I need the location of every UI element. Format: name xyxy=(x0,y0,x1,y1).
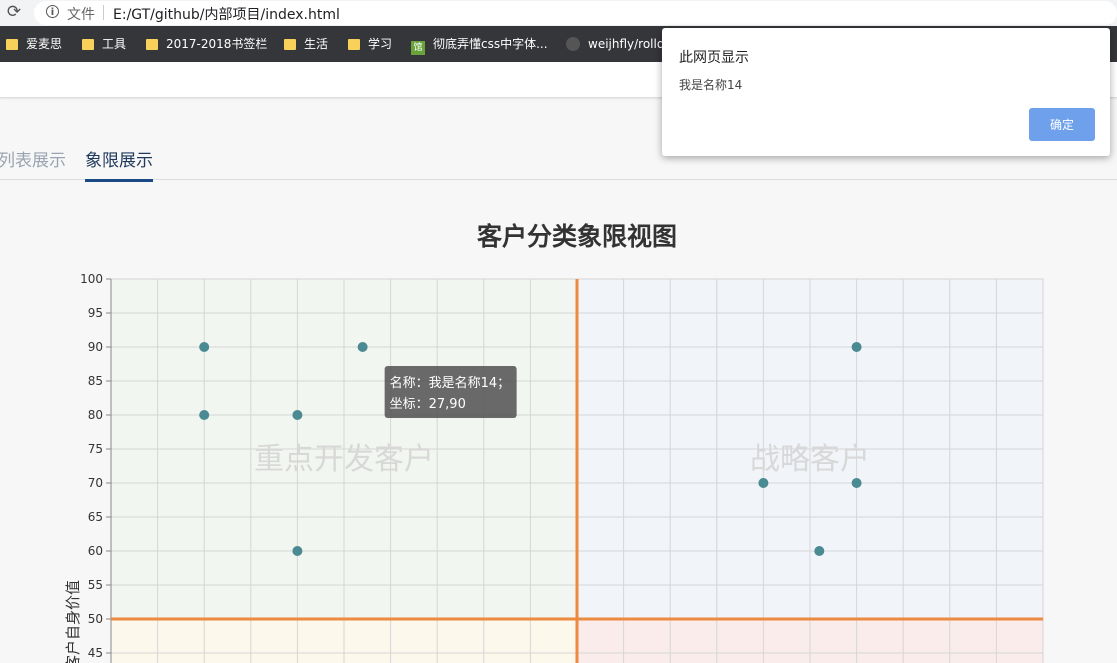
ok-button[interactable]: 确定 xyxy=(1029,108,1095,141)
data-point[interactable] xyxy=(199,410,210,420)
data-point[interactable] xyxy=(357,342,368,352)
y-tick-label: 80 xyxy=(88,408,103,422)
tab-quadrant-view[interactable]: 象限展示 xyxy=(85,146,153,182)
folder-icon xyxy=(146,39,158,50)
y-axis: 100 95 90 85 80 75 70 65 60 55 50 45 xyxy=(80,272,112,663)
bookmark-item[interactable]: weijhfly/rolld xyxy=(566,26,664,62)
quadrant-label-top-right: 战略客户 xyxy=(750,442,870,477)
quadrant-chart: 100 95 90 85 80 75 70 65 60 55 50 45 客户分类象限视图 客户自身价… xyxy=(64,222,1044,663)
folder-icon xyxy=(348,39,360,50)
y-tick-label: 60 xyxy=(88,544,103,558)
address-bar: ⟳ i 文件 E:/GT/github/内部项目/index.html xyxy=(0,0,1117,26)
y-tick-label: 55 xyxy=(88,578,103,592)
url-text[interactable]: E:/GT/github/内部项目/index.html xyxy=(113,4,340,24)
tooltip-name: 名称：我是名称14； xyxy=(390,375,511,391)
point-tooltip: 名称：我是名称14； 坐标：27,90 xyxy=(384,366,517,418)
y-tick-label: 85 xyxy=(88,374,103,388)
bookmark-item[interactable]: 生活 xyxy=(284,26,328,62)
bookmark-item[interactable]: 馆彻底弄懂css中字体... xyxy=(411,26,548,62)
dialog-title: 此网页显示 xyxy=(679,50,749,66)
y-tick-label: 95 xyxy=(88,306,103,320)
chart-title: 客户分类象限视图 xyxy=(477,222,677,251)
folder-icon xyxy=(6,39,18,50)
y-tick-label: 50 xyxy=(88,612,103,626)
alert-dialog: 此网页显示 我是名称14 确定 xyxy=(662,28,1110,156)
data-point[interactable] xyxy=(758,478,769,488)
data-point[interactable] xyxy=(292,546,303,556)
folder-icon xyxy=(284,39,296,50)
data-point[interactable] xyxy=(292,410,303,420)
y-tick-label: 90 xyxy=(88,340,103,354)
tab-list-view[interactable]: 列表展示 xyxy=(0,146,66,171)
bookmark-item[interactable]: 爱麦思 xyxy=(6,26,62,62)
data-point[interactable] xyxy=(199,342,210,352)
data-point[interactable] xyxy=(814,546,825,556)
y-axis-label: 客户自身价值 xyxy=(64,580,82,663)
quadrant-label-top-left: 重点开发客户 xyxy=(254,442,434,477)
y-tick-label: 100 xyxy=(80,272,103,286)
y-tick-label: 65 xyxy=(88,510,103,524)
file-label: 文件 xyxy=(67,7,95,23)
divider xyxy=(103,5,104,20)
data-point[interactable] xyxy=(851,342,862,352)
data-point[interactable] xyxy=(851,478,862,488)
bookmark-item[interactable]: 2017-2018书签栏 xyxy=(146,26,267,62)
info-icon[interactable]: i xyxy=(46,5,59,18)
y-tick-label: 45 xyxy=(88,646,103,660)
y-tick-label: 70 xyxy=(88,476,103,490)
folder-icon xyxy=(82,39,94,50)
reload-icon[interactable]: ⟳ xyxy=(4,2,24,22)
scrollbar[interactable] xyxy=(1110,26,1117,62)
dialog-message: 我是名称14 xyxy=(679,78,743,92)
y-tick-label: 75 xyxy=(88,442,103,456)
bookmark-item[interactable]: 工具 xyxy=(82,26,126,62)
tooltip-coords: 坐标：27,90 xyxy=(390,397,466,412)
site-icon: 馆 xyxy=(411,41,425,55)
bookmark-item[interactable]: 学习 xyxy=(348,26,392,62)
github-icon xyxy=(566,37,580,51)
